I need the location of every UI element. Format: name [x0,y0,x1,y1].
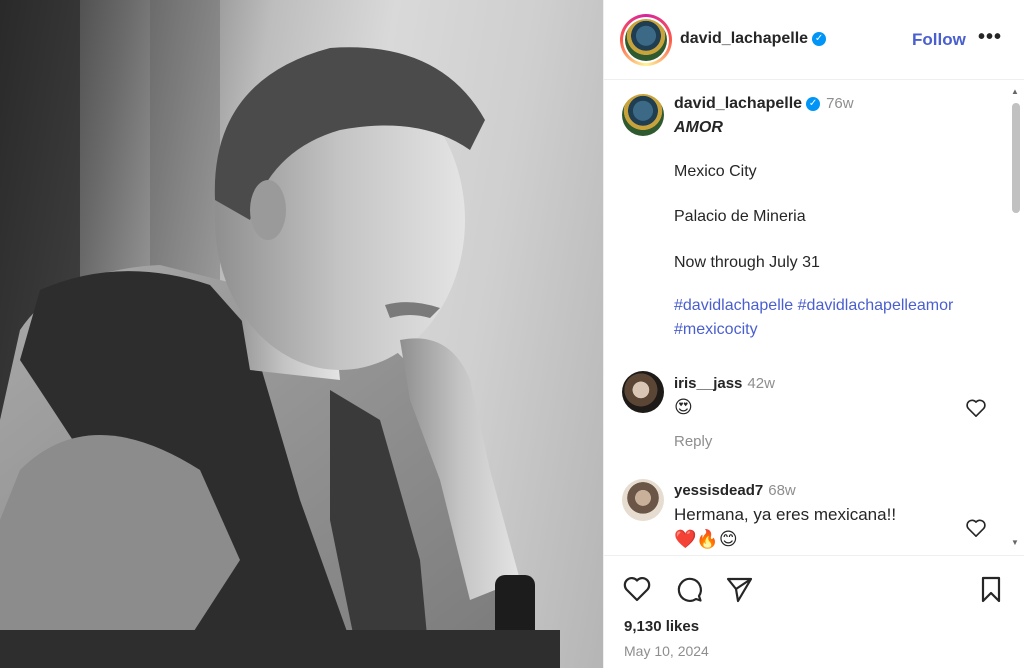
author-avatar[interactable] [620,14,672,66]
author-username: david_lachapelle [680,30,809,47]
comment-avatar[interactable] [622,479,664,521]
comment-time: 42w [747,375,775,392]
caption-title: AMOR [674,119,723,136]
caption-line-venue: Palacio de Mineria [674,208,806,225]
comment-header: iris__jass 42w [674,375,775,392]
likes-count[interactable]: 9,130 likes [624,618,699,635]
caption-author-avatar[interactable] [622,94,664,136]
post-photo-art [0,0,560,668]
caption-author-line: david_lachapelle ✓ 76w [674,95,854,113]
scroll-up-arrow-icon[interactable]: ▲ [1011,87,1019,96]
post-photo[interactable] [0,0,603,668]
comments-scroll-area[interactable]: david_lachapelle ✓ 76w AMOR Mexico City Pa… [604,81,1024,553]
post-actions: 9,130 likes May 10, 2024 [604,555,1024,668]
more-options-icon[interactable]: ••• [978,26,1002,49]
like-heart-icon[interactable] [622,574,652,604]
comment-like-heart-icon[interactable] [965,398,987,418]
save-bookmark-icon[interactable] [976,574,1006,604]
comment-header: yessisdead7 68w [674,482,796,499]
comment-like-heart-icon[interactable] [965,518,987,538]
comment-avatar[interactable] [622,371,664,413]
caption-line-dates: Now through July 31 [674,254,820,271]
caption-time[interactable]: 76w [826,95,854,112]
post-side-panel: david_lachapelle ✓ Follow ••• david_lacha… [603,0,1024,668]
avatar-image [625,19,667,61]
verified-badge-icon: ✓ [812,31,827,46]
author-username-link[interactable]: david_lachapelle ✓ [680,30,827,48]
comment-emojis: ❤️🔥😊 [674,529,738,549]
post-header: david_lachapelle ✓ Follow ••• [604,0,1024,80]
post-date[interactable]: May 10, 2024 [624,643,709,659]
follow-button[interactable]: Follow [912,30,966,50]
scrollbar[interactable]: ▲ ▼ [1011,81,1020,553]
comment-username[interactable]: yessisdead7 [674,482,763,499]
caption-hashtags[interactable]: #davidlachapelle #davidlachapelleamor #m… [674,294,994,342]
reply-button[interactable]: Reply [674,433,712,450]
caption-line-city: Mexico City [674,163,757,180]
scrollbar-thumb[interactable] [1012,103,1020,213]
comment-time: 68w [768,482,796,499]
scroll-down-arrow-icon[interactable]: ▼ [1011,538,1019,547]
comment-bubble-icon[interactable] [674,574,704,604]
caption-author-username[interactable]: david_lachapelle [674,95,802,112]
comment-username[interactable]: iris__jass [674,375,742,392]
share-send-icon[interactable] [724,574,754,604]
comment-text: 😍 [674,397,693,417]
verified-badge-icon: ✓ [806,96,821,111]
comment-text: Hermana, ya eres mexicana!! [674,505,897,524]
